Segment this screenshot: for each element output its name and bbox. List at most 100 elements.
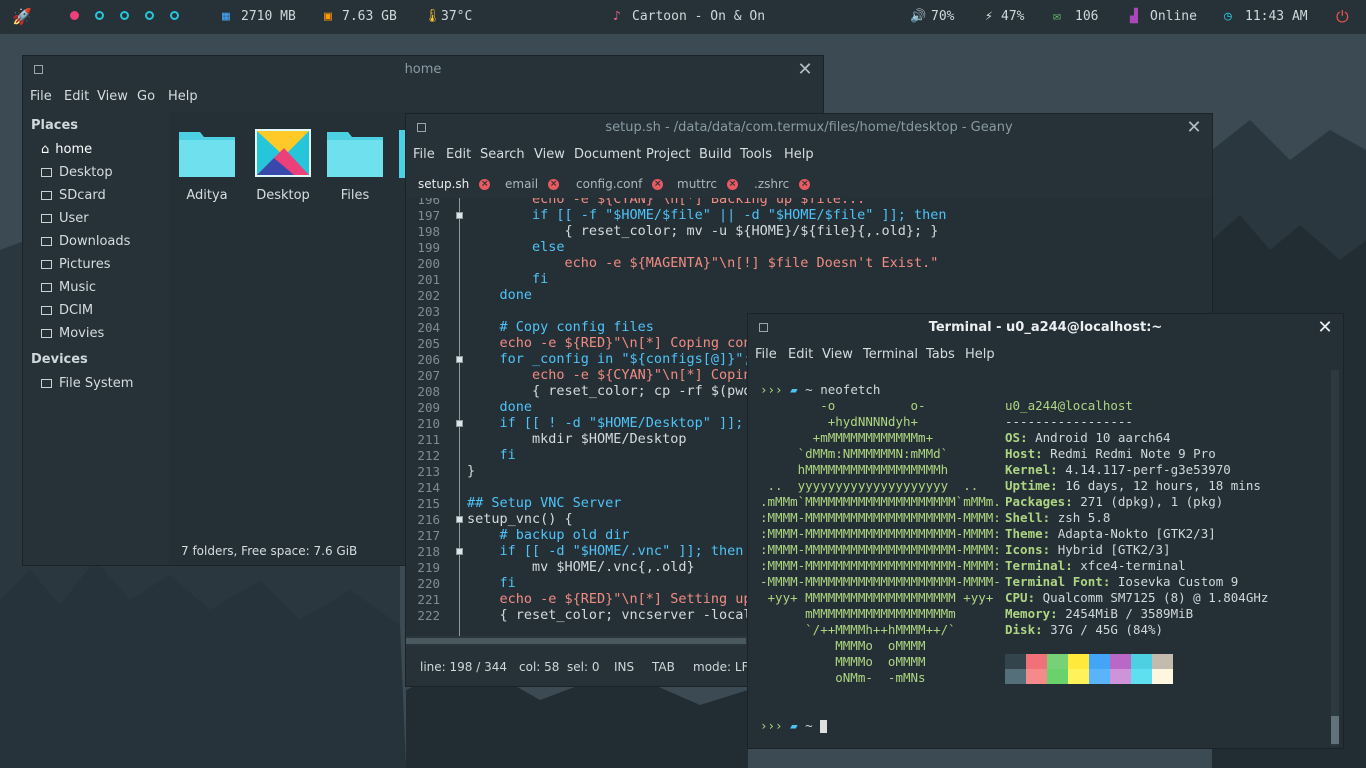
folder-icon: ▰ bbox=[790, 382, 798, 397]
scrollbar-thumb[interactable] bbox=[406, 638, 746, 644]
menu-view[interactable]: View bbox=[97, 84, 128, 110]
line-number: 206 bbox=[417, 352, 440, 367]
menu-tools[interactable]: Tools bbox=[740, 142, 772, 168]
sidebar-item-movies[interactable]: Movies bbox=[41, 324, 104, 344]
sidebar-item-sdcard[interactable]: SDcard bbox=[41, 186, 106, 206]
info-separator: : bbox=[1065, 558, 1081, 573]
power-icon[interactable]: ⏻ bbox=[1336, 0, 1349, 34]
line-ending-mode: mode: LF bbox=[693, 660, 749, 674]
terminal-menubar: File Edit View Terminal Tabs Help bbox=[748, 342, 1343, 368]
folder-files[interactable]: Files bbox=[323, 128, 387, 203]
color-swatch bbox=[1047, 654, 1068, 669]
close-button[interactable]: ✕ bbox=[1315, 318, 1335, 338]
folder-desktop[interactable]: Desktop bbox=[251, 128, 315, 203]
info-value: Redmi Redmi Note 9 Pro bbox=[1050, 446, 1216, 461]
sidebar-item-filesystem[interactable]: File System bbox=[41, 374, 133, 394]
sidebar-item-music[interactable]: Music bbox=[41, 278, 96, 298]
disk-icon: ▣ bbox=[324, 9, 332, 24]
info-separator: : bbox=[1035, 446, 1051, 461]
geany-titlebar[interactable]: setup.sh - /data/data/com.termux/files/h… bbox=[406, 114, 1212, 142]
menu-help[interactable]: Help bbox=[168, 84, 198, 110]
info-row: Theme: Adapta-Nokto [GTK2/3] bbox=[1005, 526, 1216, 541]
tab-muttrc[interactable]: muttrc × bbox=[677, 170, 738, 198]
fold-marker[interactable] bbox=[456, 212, 463, 219]
file-manager-titlebar[interactable]: home ✕ bbox=[23, 56, 823, 84]
menu-edit[interactable]: Edit bbox=[64, 84, 89, 110]
tab-config-conf[interactable]: config.conf × bbox=[576, 170, 664, 198]
menu-build[interactable]: Build bbox=[699, 142, 732, 168]
info-value: 2454MiB / 3589MiB bbox=[1065, 606, 1194, 621]
menu-project[interactable]: Project bbox=[646, 142, 690, 168]
sidebar-item-user[interactable]: User bbox=[41, 209, 89, 229]
folder-icon bbox=[41, 237, 52, 246]
line-number: 198 bbox=[417, 224, 440, 239]
sidebar-item-home[interactable]: ⌂ home bbox=[41, 140, 92, 160]
sidebar-item-label: Pictures bbox=[59, 257, 111, 272]
menu-go[interactable]: Go bbox=[137, 84, 155, 110]
line-number: 196 bbox=[417, 198, 440, 207]
folder-icon bbox=[41, 329, 52, 338]
logo-line: -o o- bbox=[760, 398, 926, 413]
close-tab-icon[interactable]: × bbox=[799, 179, 811, 190]
workspace-4[interactable] bbox=[145, 11, 154, 20]
sidebar-item-downloads[interactable]: Downloads bbox=[41, 232, 130, 252]
workspace-3[interactable] bbox=[120, 11, 129, 20]
menu-search[interactable]: Search bbox=[480, 142, 525, 168]
logo-line: .. yyyyyyyyyyyyyyyyyyyy .. bbox=[760, 478, 979, 493]
prompt-dir: ~ bbox=[805, 382, 813, 397]
close-button[interactable]: ✕ bbox=[1184, 118, 1204, 138]
sidebar-item-desktop[interactable]: Desktop bbox=[41, 163, 113, 183]
line-number: 205 bbox=[417, 336, 440, 351]
close-tab-icon[interactable]: × bbox=[726, 179, 738, 190]
menu-edit[interactable]: Edit bbox=[446, 142, 471, 168]
terminal-titlebar[interactable]: Terminal - u0_a244@localhost:~ ✕ bbox=[748, 314, 1343, 342]
tab-zshrc[interactable]: .zshrc × bbox=[754, 170, 811, 198]
fold-marker[interactable] bbox=[456, 516, 463, 523]
menu-view[interactable]: View bbox=[822, 342, 853, 368]
menu-help[interactable]: Help bbox=[965, 342, 995, 368]
menu-terminal[interactable]: Terminal bbox=[863, 342, 918, 368]
menu-file[interactable]: File bbox=[413, 142, 435, 168]
line-number: 211 bbox=[417, 432, 440, 447]
volume-level: 70% bbox=[931, 9, 955, 24]
vertical-scrollbar[interactable] bbox=[1331, 370, 1339, 746]
info-key: Disk bbox=[1005, 622, 1036, 637]
terminal-output[interactable]: ››› ▰ ~ neofetch -o o- +hydNNNNdyh+ +mMM… bbox=[748, 370, 1332, 748]
menu-tabs[interactable]: Tabs bbox=[926, 342, 955, 368]
code-line: fi bbox=[467, 575, 516, 591]
sidebar-item-pictures[interactable]: Pictures bbox=[41, 255, 110, 275]
volume-icon[interactable]: 🔊 bbox=[910, 0, 926, 34]
scrollbar-thumb[interactable] bbox=[1331, 716, 1339, 744]
workspace-2[interactable] bbox=[95, 11, 104, 20]
sidebar-item-dcim[interactable]: DCIM bbox=[41, 301, 93, 321]
menu-file[interactable]: File bbox=[755, 342, 777, 368]
workspace-1[interactable] bbox=[70, 11, 79, 20]
info-value: Qualcomm SM7125 (8) @ 1.804GHz bbox=[1042, 590, 1269, 605]
mail-icon[interactable]: ✉ bbox=[1053, 0, 1061, 34]
info-key: Terminal bbox=[1005, 558, 1066, 573]
close-tab-icon[interactable]: × bbox=[479, 179, 491, 190]
menu-file[interactable]: File bbox=[30, 84, 52, 110]
rocket-launcher-icon[interactable]: 🚀 bbox=[12, 0, 32, 34]
close-tab-icon[interactable]: × bbox=[548, 179, 560, 190]
close-button[interactable]: ✕ bbox=[795, 60, 815, 80]
fold-marker[interactable] bbox=[456, 548, 463, 555]
tab-setup-sh[interactable]: setup.sh × bbox=[418, 170, 491, 200]
line-indicator: line: 198 / 344 bbox=[420, 660, 507, 674]
menu-view[interactable]: View bbox=[534, 142, 565, 168]
info-value: Android 10 aarch64 bbox=[1035, 430, 1171, 445]
code-line: fi bbox=[467, 271, 549, 287]
menu-document[interactable]: Document bbox=[574, 142, 641, 168]
folder-aditya[interactable]: Aditya bbox=[175, 128, 239, 203]
workspace-5[interactable] bbox=[170, 11, 179, 20]
fold-marker[interactable] bbox=[456, 356, 463, 363]
close-tab-icon[interactable]: × bbox=[652, 179, 664, 190]
color-swatch bbox=[1131, 654, 1152, 669]
menu-help[interactable]: Help bbox=[784, 142, 814, 168]
code-line: echo -e ${CYAN}"\n[*] Copin bbox=[467, 367, 752, 383]
tab-email[interactable]: email × bbox=[505, 170, 560, 198]
fold-marker[interactable] bbox=[456, 420, 463, 427]
memory-icon: ▦ bbox=[222, 9, 230, 24]
menu-edit[interactable]: Edit bbox=[788, 342, 813, 368]
now-playing[interactable]: Cartoon - On & On bbox=[632, 0, 765, 34]
